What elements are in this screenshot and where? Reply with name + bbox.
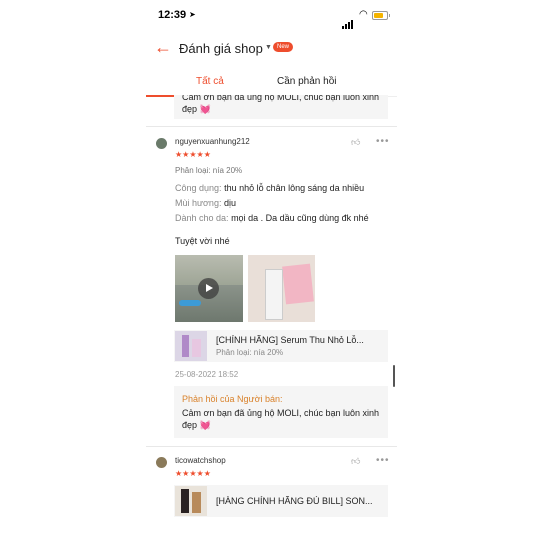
- battery-icon: [372, 11, 390, 20]
- review-comment: Tuyệt vời nhé: [175, 236, 230, 246]
- avatar[interactable]: [156, 138, 167, 149]
- product-card[interactable]: [HÀNG CHÍNH HÃNG ĐỦ BILL] SON...: [174, 485, 388, 517]
- review-photo-thumbnail[interactable]: [248, 255, 315, 322]
- attribute-value: dịu: [223, 198, 236, 208]
- tab-bar: Tất cả Cần phản hồi: [146, 68, 397, 97]
- avatar[interactable]: [156, 457, 167, 468]
- scrollbar[interactable]: [393, 365, 395, 387]
- review-username[interactable]: ticowatchshop: [175, 456, 226, 465]
- product-thumbnail: [175, 331, 207, 361]
- divider: [146, 446, 397, 447]
- product-variant: Phân loại: nía 20%: [216, 348, 284, 357]
- rating-stars: ★★★★★: [175, 150, 211, 159]
- more-options-icon[interactable]: •••: [376, 455, 390, 466]
- seller-reply-label: Phản hồi của Người bán:: [182, 394, 283, 404]
- product-thumbnail: [175, 486, 207, 516]
- location-arrow-icon: ➤: [189, 10, 196, 19]
- tab-need-reply[interactable]: Cần phản hồi: [277, 76, 337, 87]
- product-card[interactable]: [CHÍNH HÃNG] Serum Thu Nhỏ Lỗ... Phân lo…: [174, 330, 388, 362]
- seller-reply-box: Phản hồi của Người bán: Cảm ơn bạn đã ủn…: [174, 386, 388, 438]
- page-header: ← Đánh giá shop ▼ New: [146, 34, 397, 64]
- status-bar: 12:39 ➤ ◠: [146, 0, 397, 30]
- product-name: [HÀNG CHÍNH HÃNG ĐỦ BILL] SON...: [216, 496, 373, 506]
- signal-icon: [342, 11, 354, 29]
- more-options-icon[interactable]: •••: [376, 136, 390, 147]
- review-video-thumbnail[interactable]: [175, 255, 243, 322]
- attribute-key: Công dụng:: [175, 183, 222, 193]
- review-attribute: Công dụng: thu nhỏ lỗ chân lông sáng da …: [175, 183, 364, 193]
- play-icon[interactable]: [198, 278, 219, 299]
- page-title: Đánh giá shop: [179, 41, 263, 56]
- attribute-key: Mùi hương:: [175, 198, 222, 208]
- like-icon[interactable]: 👍︎: [351, 137, 360, 148]
- photo-bottle: [265, 269, 283, 320]
- review-variant: Phân loại: nía 20%: [175, 166, 243, 175]
- seller-reply-text: Cảm ơn bạn đã ủng hộ MOLI, chúc bạn luôn…: [182, 95, 380, 114]
- status-time: 12:39: [158, 9, 187, 21]
- divider: [146, 126, 397, 127]
- product-name: [CHÍNH HÃNG] Serum Thu Nhỏ Lỗ...: [216, 335, 364, 345]
- rating-stars: ★★★★★: [175, 469, 211, 478]
- attribute-key: Dành cho da:: [175, 213, 229, 223]
- review-attribute: Dành cho da: mọi da . Da dầu cũng dùng đ…: [175, 213, 369, 223]
- seller-reply-text: Cảm ơn bạn đã ủng hộ MOLI, chúc bạn luôn…: [182, 408, 380, 430]
- like-icon[interactable]: 👍︎: [351, 456, 360, 467]
- new-badge: New: [273, 42, 294, 52]
- review-attribute: Mùi hương: dịu: [175, 198, 236, 208]
- review-username[interactable]: nguyenxuanhung212: [175, 137, 250, 146]
- review-date: 25-08-2022 18:52: [175, 370, 239, 379]
- attribute-value: mọi da . Da dầu cũng dùng đk nhé: [231, 213, 369, 223]
- back-arrow-icon[interactable]: ←: [154, 38, 172, 56]
- chevron-down-icon[interactable]: ▼: [265, 44, 272, 51]
- seller-reply-box: Cảm ơn bạn đã ủng hộ MOLI, chúc bạn luôn…: [174, 95, 388, 119]
- tab-all[interactable]: Tất cả: [196, 76, 224, 87]
- wifi-icon: ◠: [359, 9, 368, 20]
- photo-card: [282, 263, 314, 305]
- video-scene-object: [179, 300, 201, 306]
- phone-screen: 12:39 ➤ ◠ ← Đánh giá shop ▼ New Tất cả C…: [146, 0, 397, 543]
- attribute-value: thu nhỏ lỗ chân lông sáng da nhiều: [224, 183, 365, 193]
